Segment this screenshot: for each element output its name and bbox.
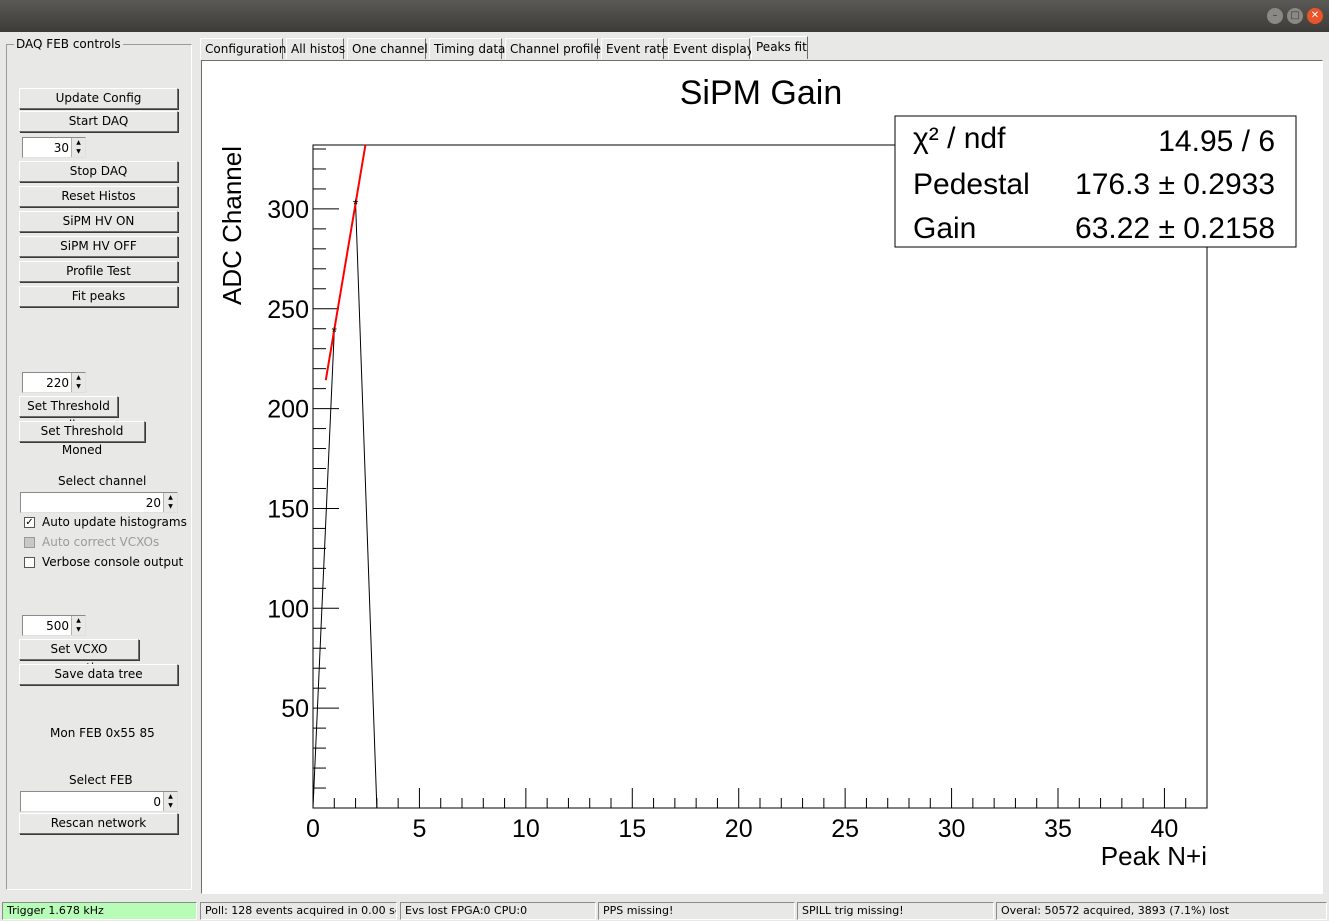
start-daq-button[interactable]: Start DAQ (19, 111, 178, 132)
graph-line (312, 202, 378, 809)
minimize-icon[interactable]: – (1267, 8, 1283, 24)
x-tick-label: 35 (1044, 815, 1072, 843)
spinner-value: 30 (53, 141, 69, 155)
verbose-label: Verbose console output (42, 555, 184, 569)
trigger-rate-status: Trigger 1.678 kHz (2, 902, 197, 920)
set-threshold-all-button[interactable]: Set Threshold all (19, 396, 118, 432)
stop-daq-button[interactable]: Stop DAQ (19, 161, 178, 182)
channel-spinner[interactable]: 20 ▲ ▼ (20, 492, 178, 513)
data-point: * (353, 196, 359, 212)
evs-lost-status: Evs lost FPGA:0 CPU:0 (400, 902, 596, 920)
fit-line (324, 144, 367, 381)
y-tick-label: 150 (267, 495, 309, 523)
y-tick-label: 250 (267, 296, 309, 324)
x-tick-label: 40 (1151, 815, 1179, 843)
spinner-value: 0 (153, 795, 161, 809)
tab-timing-data[interactable]: Timing data (429, 38, 505, 59)
sipm-hv-on-button[interactable]: SiPM HV ON (19, 211, 178, 232)
x-tick-label: 5 (412, 815, 426, 843)
y-axis-label: ADC Channel (217, 146, 247, 305)
maximize-icon[interactable]: □ (1287, 8, 1303, 24)
set-threshold-moned-button[interactable]: Set Threshold Moned (19, 421, 145, 457)
spinner-value: 500 (46, 619, 69, 633)
stats-box: χ² / ndf 14.95 / 6 Pedestal 176.3 ± 0.29… (894, 115, 1297, 248)
set-vcxo-correction-button[interactable]: Set VCXO correction (19, 639, 139, 675)
spin-down-icon[interactable]: ▼ (164, 801, 177, 810)
spinner-arrows[interactable]: ▲ ▼ (163, 493, 177, 512)
spin-down-icon[interactable]: ▼ (72, 147, 85, 156)
window-titlebar: – □ ✕ (0, 0, 1329, 32)
chi2-value: 14.95 / 6 (1158, 125, 1275, 158)
profile-test-button[interactable]: Profile Test (19, 261, 178, 282)
y-tick-label: 300 (267, 196, 309, 224)
daq-time-spinner[interactable]: 30 ▲ ▼ (22, 137, 86, 158)
chi2-label: χ² / ndf (913, 122, 1006, 155)
tab-one-channel[interactable]: One channel (347, 38, 428, 59)
vcxo-spinner[interactable]: 500 ▲ ▼ (22, 615, 86, 636)
tab-channel-profile[interactable]: Channel profile (505, 38, 601, 59)
spinner-value: 220 (46, 376, 69, 390)
y-tick-label: 100 (267, 595, 309, 623)
gain-value: 63.22 ± 0.2158 (1075, 212, 1275, 245)
tab-event-rate[interactable]: Event rate (601, 38, 669, 59)
auto-correct-label: Auto correct VCXOs (42, 535, 160, 549)
spin-up-icon[interactable]: ▲ (72, 616, 85, 625)
axes: 0 5 10 15 20 25 30 35 40 50 100 150 200 250 300 (267, 148, 1187, 843)
spin-down-icon[interactable]: ▼ (72, 382, 85, 391)
data-point: * (332, 324, 338, 340)
spinner-arrows[interactable]: ▲ ▼ (71, 138, 85, 157)
auto-update-checkbox[interactable]: ✓ (24, 517, 35, 528)
pedestal-value: 176.3 ± 0.2933 (1075, 168, 1275, 201)
spin-down-icon[interactable]: ▼ (164, 502, 177, 511)
spin-down-icon[interactable]: ▼ (72, 625, 85, 634)
reset-histos-button[interactable]: Reset Histos (19, 186, 178, 207)
tab-peaks-fit[interactable]: Peaks fit (751, 36, 808, 59)
y-tick-label: 50 (281, 695, 309, 723)
x-tick-label: 20 (725, 815, 753, 843)
x-tick-label: 25 (831, 815, 859, 843)
tab-all-histos[interactable]: All histos (286, 38, 345, 59)
status-bar: Trigger 1.678 kHz Poll: 128 events acqui… (0, 901, 1329, 921)
chart-title: SiPM Gain (680, 74, 843, 112)
x-tick-label: 10 (512, 815, 540, 843)
x-tick-label: 0 (306, 815, 320, 843)
mon-feb-label: Mon FEB 0x55 85 (50, 726, 155, 740)
select-feb-label: Select FEB (69, 773, 133, 787)
close-icon[interactable]: ✕ (1307, 8, 1323, 24)
x-axis-label: Peak N+i (1101, 841, 1207, 871)
panel-title: DAQ FEB controls (14, 37, 123, 51)
fit-peaks-button[interactable]: Fit peaks (19, 286, 178, 307)
spinner-arrows[interactable]: ▲ ▼ (71, 616, 85, 635)
verbose-checkbox[interactable] (24, 557, 35, 568)
threshold-spinner[interactable]: 220 ▲ ▼ (22, 372, 86, 393)
spinner-arrows[interactable]: ▲ ▼ (71, 373, 85, 392)
spin-up-icon[interactable]: ▲ (72, 138, 85, 147)
save-data-tree-button[interactable]: Save data tree (19, 664, 178, 685)
auto-correct-checkbox (24, 537, 35, 548)
x-tick-label: 15 (618, 815, 646, 843)
spin-up-icon[interactable]: ▲ (164, 493, 177, 502)
x-tick-label: 30 (938, 815, 966, 843)
tab-event-display[interactable]: Event display (668, 38, 754, 59)
pps-status: PPS missing! (598, 902, 795, 920)
sipm-gain-chart: SiPM Gain ADC Channel Peak N+i 0 5 10 15 20 2… (217, 74, 1297, 871)
pedestal-label: Pedestal (913, 168, 1030, 201)
auto-update-label: Auto update histograms (42, 515, 187, 529)
spinner-arrows[interactable]: ▲ ▼ (163, 792, 177, 811)
rescan-network-button[interactable]: Rescan network (19, 813, 178, 834)
spinner-value: 20 (145, 496, 161, 510)
tab-configuration[interactable]: Configuration (200, 38, 286, 59)
select-channel-label: Select channel (58, 474, 147, 488)
sipm-hv-off-button[interactable]: SiPM HV OFF (19, 236, 178, 257)
spin-up-icon[interactable]: ▲ (164, 792, 177, 801)
update-config-button[interactable]: Update Config (19, 88, 178, 109)
overall-status: Overal: 50572 acquired, 3893 (7.1%) lost (996, 902, 1327, 920)
y-tick-label: 200 (267, 396, 309, 424)
poll-status: Poll: 128 events acquired in 0.00 sec. (200, 902, 397, 920)
spin-up-icon[interactable]: ▲ (72, 373, 85, 382)
spill-status: SPILL trig missing! (797, 902, 994, 920)
feb-spinner[interactable]: 0 ▲ ▼ (20, 791, 178, 812)
gain-label: Gain (913, 212, 976, 245)
